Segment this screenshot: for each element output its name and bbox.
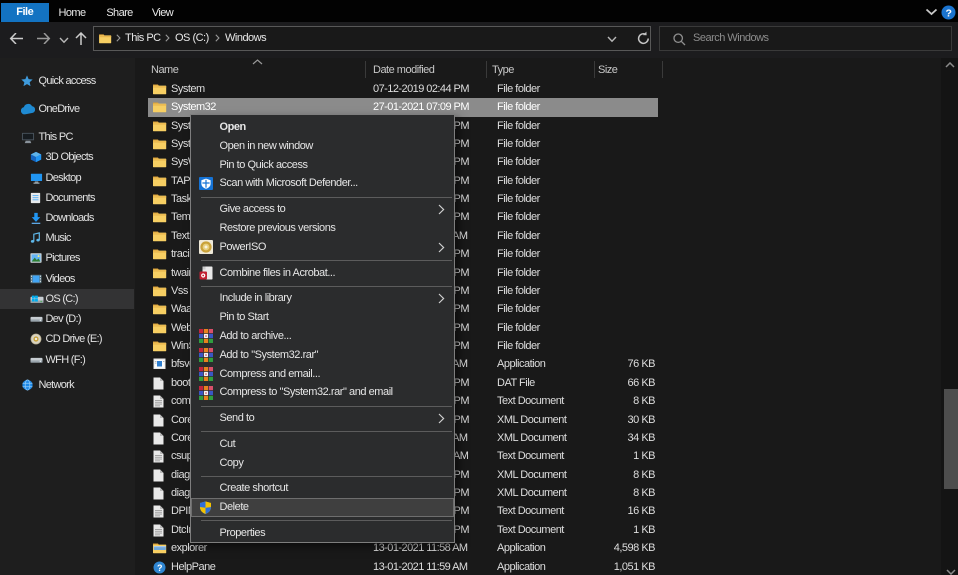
svg-text:?: ? bbox=[157, 563, 162, 573]
svg-text:?: ? bbox=[946, 8, 952, 20]
